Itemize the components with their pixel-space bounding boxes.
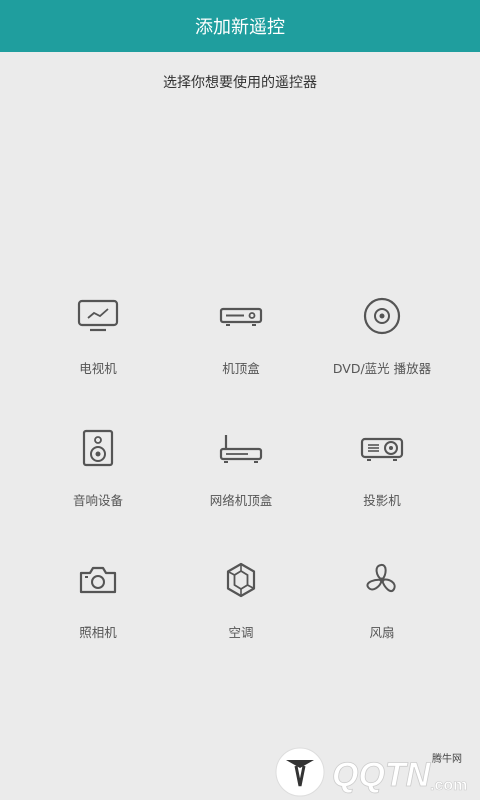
page-title: 添加新遥控 (195, 17, 285, 38)
device-label: 电视机 (79, 361, 117, 376)
device-dvd[interactable]: DVD/蓝光 播放器 (302, 288, 462, 377)
camera-icon (18, 552, 178, 608)
set-top-box-icon (161, 288, 321, 344)
watermark-logo: QQTN 腾牛网 .com (270, 742, 480, 800)
app-header: 添加新遥控 (0, 0, 480, 52)
svg-text:QQTN: QQTN (332, 756, 432, 794)
tv-icon (18, 288, 178, 344)
svg-text:腾牛网: 腾牛网 (432, 752, 462, 765)
disc-icon (302, 288, 462, 344)
device-label: 投影机 (363, 493, 401, 508)
device-camera[interactable]: 照相机 (18, 552, 178, 641)
speaker-icon (18, 420, 178, 476)
device-label: 照相机 (79, 625, 117, 640)
projector-icon (302, 420, 462, 476)
device-label: 音响设备 (72, 493, 123, 508)
device-set-top-box[interactable]: 机顶盒 (161, 288, 321, 377)
fan-icon (302, 552, 462, 608)
device-network-box[interactable]: 网络机顶盒 (161, 420, 321, 509)
device-label: 风扇 (369, 625, 395, 640)
device-speaker[interactable]: 音响设备 (18, 420, 178, 509)
device-tv[interactable]: 电视机 (18, 288, 178, 377)
subtitle: 选择你想要使用的遥控器 (163, 75, 317, 91)
device-label: 空调 (228, 625, 254, 640)
svg-text:.com: .com (430, 777, 467, 794)
device-ac[interactable]: 空调 (161, 552, 321, 641)
ac-icon (161, 552, 321, 608)
device-projector[interactable]: 投影机 (302, 420, 462, 509)
device-fan[interactable]: 风扇 (302, 552, 462, 641)
device-label: DVD/蓝光 播放器 (332, 361, 432, 376)
router-icon (161, 420, 321, 476)
device-label: 机顶盒 (222, 361, 260, 376)
device-label: 网络机顶盒 (209, 493, 273, 508)
